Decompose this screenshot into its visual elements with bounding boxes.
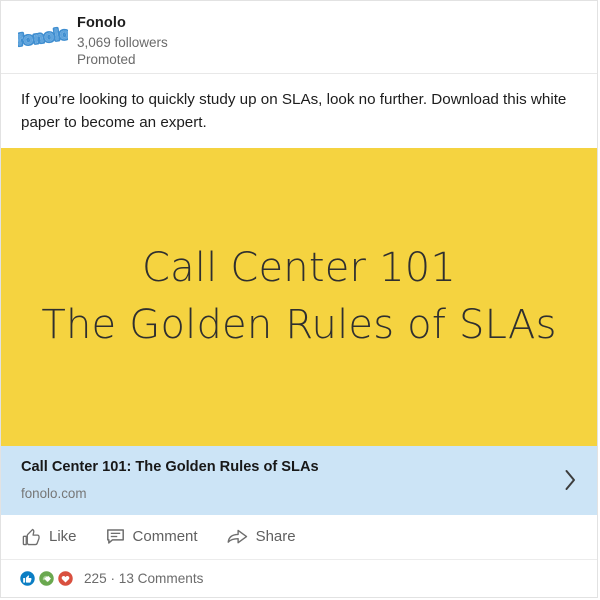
chevron-right-icon[interactable] <box>559 465 581 495</box>
like-button-label: Like <box>49 528 77 545</box>
link-preview-text: Call Center 101: The Golden Rules of SLA… <box>21 458 547 502</box>
share-arrow-icon <box>226 526 249 547</box>
reaction-celebrate-icon <box>38 570 55 587</box>
actor-followers: 3,069 followers <box>77 34 168 50</box>
hero-headline-line-1: Call Center 101 <box>141 245 457 292</box>
reaction-separator: · <box>110 571 115 586</box>
comment-bubble-icon <box>105 526 126 547</box>
hero-headline-line-2: The Golden Rules of SLAs <box>41 301 557 348</box>
actor-name[interactable]: Fonolo <box>77 15 168 33</box>
fonolo-logo-icon: fonolo fonolo <box>18 23 68 52</box>
avatar[interactable]: fonolo fonolo <box>17 17 69 57</box>
actor-info: Fonolo 3,069 followers Promoted <box>77 14 168 69</box>
promoted-label: Promoted <box>77 52 136 68</box>
reaction-like-icon <box>19 570 36 587</box>
reactions-bar: 225 · 13 Comments <box>1 559 597 597</box>
share-button-label: Share <box>255 528 296 545</box>
like-button[interactable]: Like <box>21 526 77 547</box>
comment-count[interactable]: 13 Comments <box>119 571 204 586</box>
reaction-count: 225 <box>84 571 107 586</box>
thumbs-up-icon <box>21 526 42 547</box>
reaction-love-icon <box>57 570 74 587</box>
svg-text:fonolo: fonolo <box>18 24 68 49</box>
comment-button-label: Comment <box>132 528 198 545</box>
link-preview-card[interactable]: Call Center 101: The Golden Rules of SLA… <box>1 445 597 515</box>
comment-button[interactable]: Comment <box>105 526 198 547</box>
post-hero-image[interactable]: Call Center 101 The Golden Rules of SLAs <box>1 148 597 446</box>
reaction-icon-group[interactable] <box>19 570 76 587</box>
reaction-count-text[interactable]: 225 · 13 Comments <box>84 571 203 586</box>
post-commentary: If you’re looking to quickly study up on… <box>21 91 567 131</box>
post-header: fonolo fonolo Fonolo 3,069 followers Pro… <box>1 1 597 74</box>
sponsored-post-card: fonolo fonolo Fonolo 3,069 followers Pro… <box>0 0 598 598</box>
social-action-bar: Like Comment Share <box>1 515 597 559</box>
share-button[interactable]: Share <box>226 526 296 547</box>
link-title: Call Center 101: The Golden Rules of SLA… <box>21 458 319 475</box>
link-domain: fonolo.com <box>21 485 87 501</box>
